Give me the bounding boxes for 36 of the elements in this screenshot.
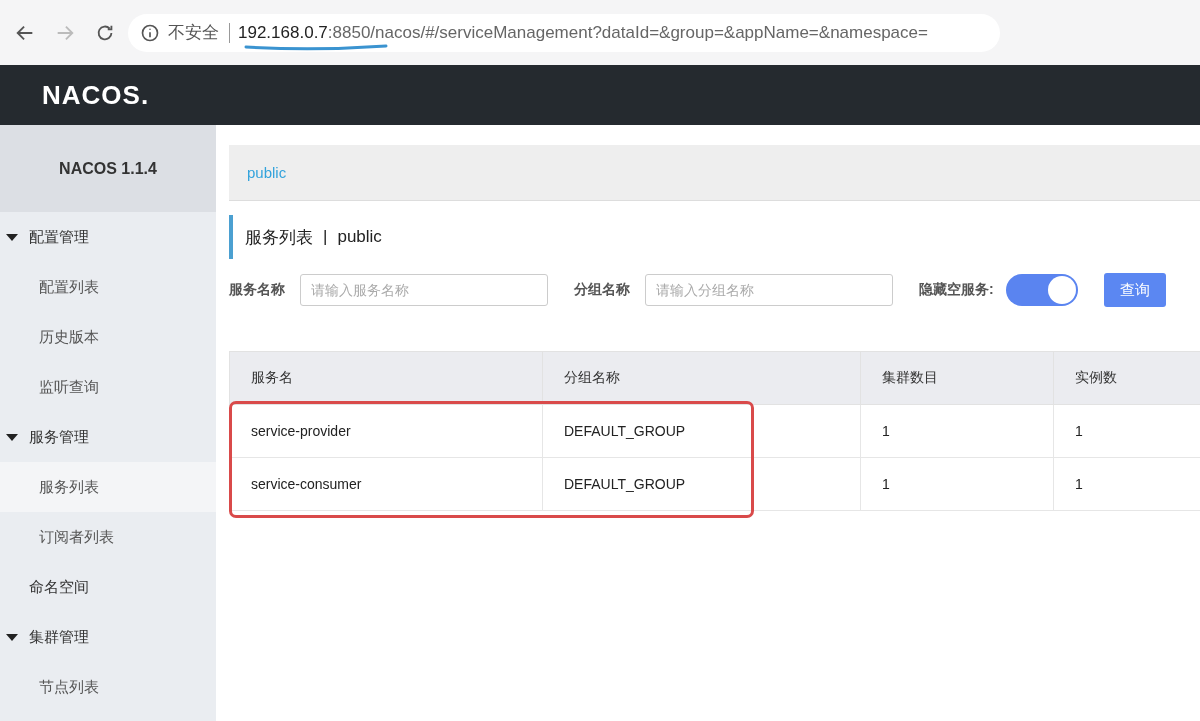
menu-item[interactable]: 历史版本 xyxy=(0,312,216,362)
address-bar[interactable]: 不安全 192.168.0.7:8850/nacos/#/serviceManagement?dataId=&group=&appName=&namespace= xyxy=(128,13,1000,52)
group-name-field[interactable]: 请输入分组名称 xyxy=(645,274,893,306)
column-header: 集群数目 xyxy=(860,351,1054,405)
column-header: 服务名 xyxy=(229,351,543,405)
menu-group[interactable]: 服务管理 xyxy=(0,412,216,462)
field-label: 分组名称 xyxy=(574,281,630,299)
menu-item[interactable]: 监听查询 xyxy=(0,362,216,412)
menu-item[interactable]: 服务列表 xyxy=(0,462,216,512)
table-cell: DEFAULT_GROUP xyxy=(542,457,861,511)
logo: NACOS. xyxy=(42,79,150,111)
menu-group[interactable]: 命名空间 xyxy=(0,562,216,612)
table-cell: service-provider xyxy=(229,404,543,458)
menu-item[interactable]: 节点列表 xyxy=(0,662,216,712)
service-name-field[interactable]: 请输入服务名称 xyxy=(300,274,548,306)
table-cell: service-consumer xyxy=(229,457,543,511)
table-cell: 1 xyxy=(860,404,1054,458)
column-header: 分组名称 xyxy=(542,351,861,405)
field-label: 隐藏空服务: xyxy=(919,281,994,299)
page-namespace: public xyxy=(337,227,382,247)
column-header: 实例数 xyxy=(1053,351,1200,405)
field-label: 服务名称 xyxy=(229,281,285,299)
url-path: :8850/nacos/#/serviceManagement?dataId=&group=&appName=&namespace= xyxy=(327,22,928,43)
toggle-switch[interactable] xyxy=(1005,274,1078,306)
menu-group[interactable]: 配置管理 xyxy=(0,212,216,262)
menu-item[interactable]: 配置列表 xyxy=(0,262,216,312)
info-icon xyxy=(140,22,160,43)
menu-group[interactable]: 集群管理 xyxy=(0,612,216,662)
page-title: 服务列表 xyxy=(245,226,313,249)
table-cell: 1 xyxy=(860,457,1054,511)
security-label: 不安全 xyxy=(168,22,230,43)
url-host: 192.168.0.7 xyxy=(238,22,328,43)
sidebar-title: NACOS 1.1.4 xyxy=(0,125,216,212)
title-separator: | xyxy=(323,227,328,247)
menu-item[interactable]: 订阅者列表 xyxy=(0,512,216,562)
table-cell: DEFAULT_GROUP xyxy=(542,404,861,458)
